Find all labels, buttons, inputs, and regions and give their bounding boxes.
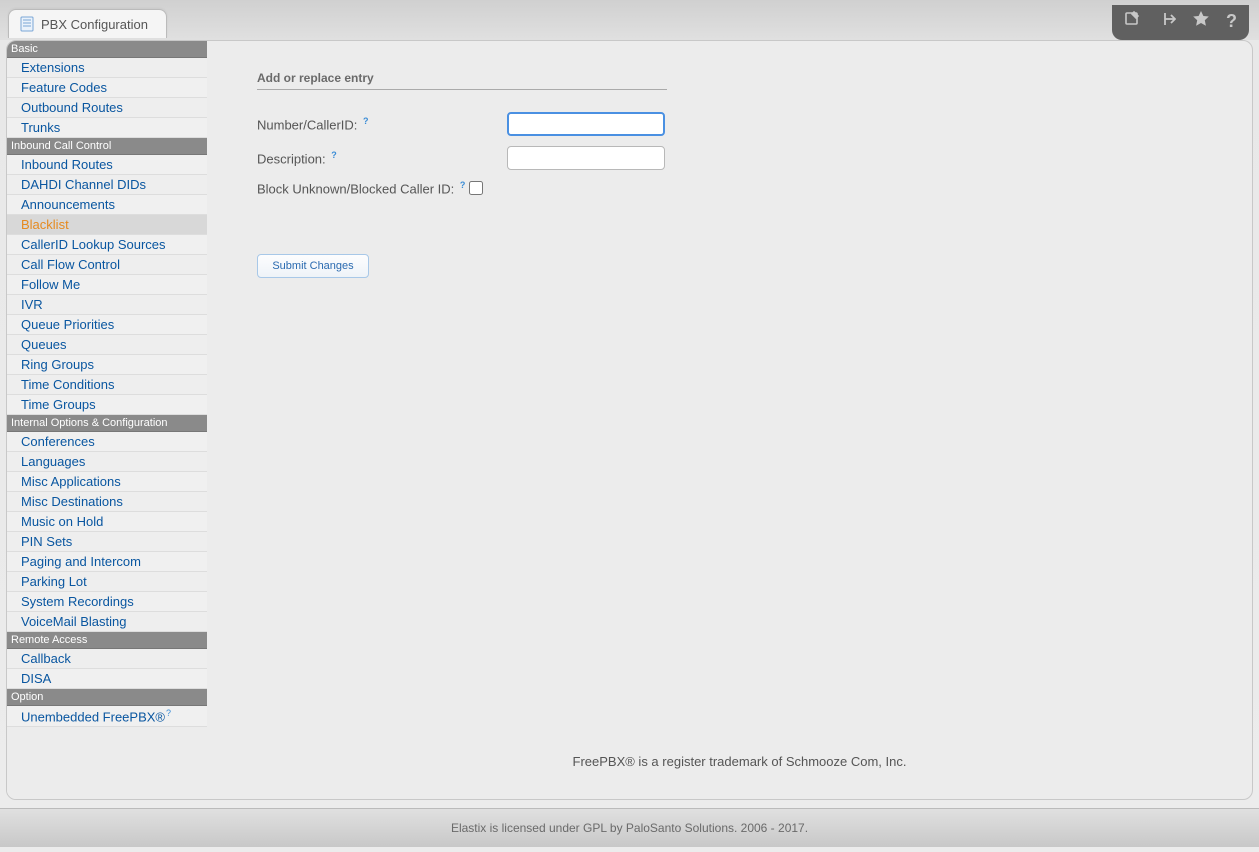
sidebar-item[interactable]: Time Groups	[7, 395, 207, 415]
sidebar-item[interactable]: PIN Sets	[7, 532, 207, 552]
sidebar-item[interactable]: Call Flow Control	[7, 255, 207, 275]
help-icon[interactable]: ?	[1226, 11, 1237, 32]
sidebar-item[interactable]: Misc Destinations	[7, 492, 207, 512]
sidebar-item[interactable]: VoiceMail Blasting	[7, 612, 207, 632]
main-container: BasicExtensionsFeature CodesOutbound Rou…	[6, 40, 1253, 800]
sidebar-item[interactable]: DISA	[7, 669, 207, 689]
sidebar-item[interactable]: Paging and Intercom	[7, 552, 207, 572]
block-label-wrap: Block Unknown/Blocked Caller ID: ?	[257, 180, 465, 196]
sidebar-item[interactable]: Ring Groups	[7, 355, 207, 375]
sidebar-category-header: Inbound Call Control	[7, 138, 207, 155]
logout-icon[interactable]	[1158, 10, 1176, 33]
sidebar-category-header: Internal Options & Configuration	[7, 415, 207, 432]
sidebar-item[interactable]: Queue Priorities	[7, 315, 207, 335]
pbx-tab-icon	[19, 16, 35, 32]
tab-title: PBX Configuration	[41, 17, 148, 32]
form-row-number: Number/CallerID: ?	[257, 112, 1222, 136]
top-bar: PBX Configuration ?	[0, 0, 1259, 40]
sidebar-category-header: Option	[7, 689, 207, 706]
sidebar-item[interactable]: Time Conditions	[7, 375, 207, 395]
sidebar-item[interactable]: Languages	[7, 452, 207, 472]
active-tab[interactable]: PBX Configuration	[8, 9, 167, 38]
sidebar-item[interactable]: Follow Me	[7, 275, 207, 295]
edit-icon[interactable]	[1124, 10, 1142, 33]
star-icon[interactable]	[1192, 10, 1210, 33]
sidebar-item[interactable]: Queues	[7, 335, 207, 355]
sidebar: BasicExtensionsFeature CodesOutbound Rou…	[7, 41, 207, 799]
block-checkbox[interactable]	[469, 181, 483, 195]
sidebar-item[interactable]: Trunks	[7, 118, 207, 138]
footer-license: Elastix is licensed under GPL by PaloSan…	[0, 808, 1259, 847]
number-label: Number/CallerID:	[257, 117, 357, 132]
sidebar-item[interactable]: Conferences	[7, 432, 207, 452]
sidebar-item[interactable]: Inbound Routes	[7, 155, 207, 175]
sidebar-item[interactable]: CallerID Lookup Sources	[7, 235, 207, 255]
description-label: Description:	[257, 151, 326, 166]
sidebar-item[interactable]: Feature Codes	[7, 78, 207, 98]
sidebar-item[interactable]: Parking Lot	[7, 572, 207, 592]
help-icon[interactable]: ?	[331, 150, 337, 160]
number-label-wrap: Number/CallerID: ?	[257, 116, 507, 132]
sidebar-category-header: Remote Access	[7, 632, 207, 649]
section-title: Add or replace entry	[257, 71, 667, 90]
sidebar-item[interactable]: Unembedded FreePBX®?	[7, 706, 207, 727]
help-icon[interactable]: ?	[363, 116, 369, 126]
help-icon[interactable]: ?	[460, 180, 466, 190]
sidebar-item[interactable]: Misc Applications	[7, 472, 207, 492]
description-input[interactable]	[507, 146, 665, 170]
block-label: Block Unknown/Blocked Caller ID:	[257, 181, 454, 196]
trademark-text: FreePBX® is a register trademark of Schm…	[257, 734, 1222, 779]
sidebar-item[interactable]: Callback	[7, 649, 207, 669]
description-label-wrap: Description: ?	[257, 150, 507, 166]
form-row-block: Block Unknown/Blocked Caller ID: ?	[257, 180, 1222, 196]
sidebar-item[interactable]: System Recordings	[7, 592, 207, 612]
sidebar-item[interactable]: Extensions	[7, 58, 207, 78]
form-row-description: Description: ?	[257, 146, 1222, 170]
help-icon[interactable]: ?	[166, 708, 171, 718]
content-area: Add or replace entry Number/CallerID: ? …	[207, 41, 1252, 799]
sidebar-category-header: Basic	[7, 41, 207, 58]
sidebar-item[interactable]: Announcements	[7, 195, 207, 215]
sidebar-item[interactable]: Music on Hold	[7, 512, 207, 532]
sidebar-item[interactable]: IVR	[7, 295, 207, 315]
sidebar-item[interactable]: DAHDI Channel DIDs	[7, 175, 207, 195]
sidebar-item[interactable]: Outbound Routes	[7, 98, 207, 118]
header-toolbar: ?	[1112, 5, 1249, 40]
sidebar-item[interactable]: Blacklist	[7, 215, 207, 235]
number-input[interactable]	[507, 112, 665, 136]
submit-button[interactable]: Submit Changes	[257, 254, 369, 278]
